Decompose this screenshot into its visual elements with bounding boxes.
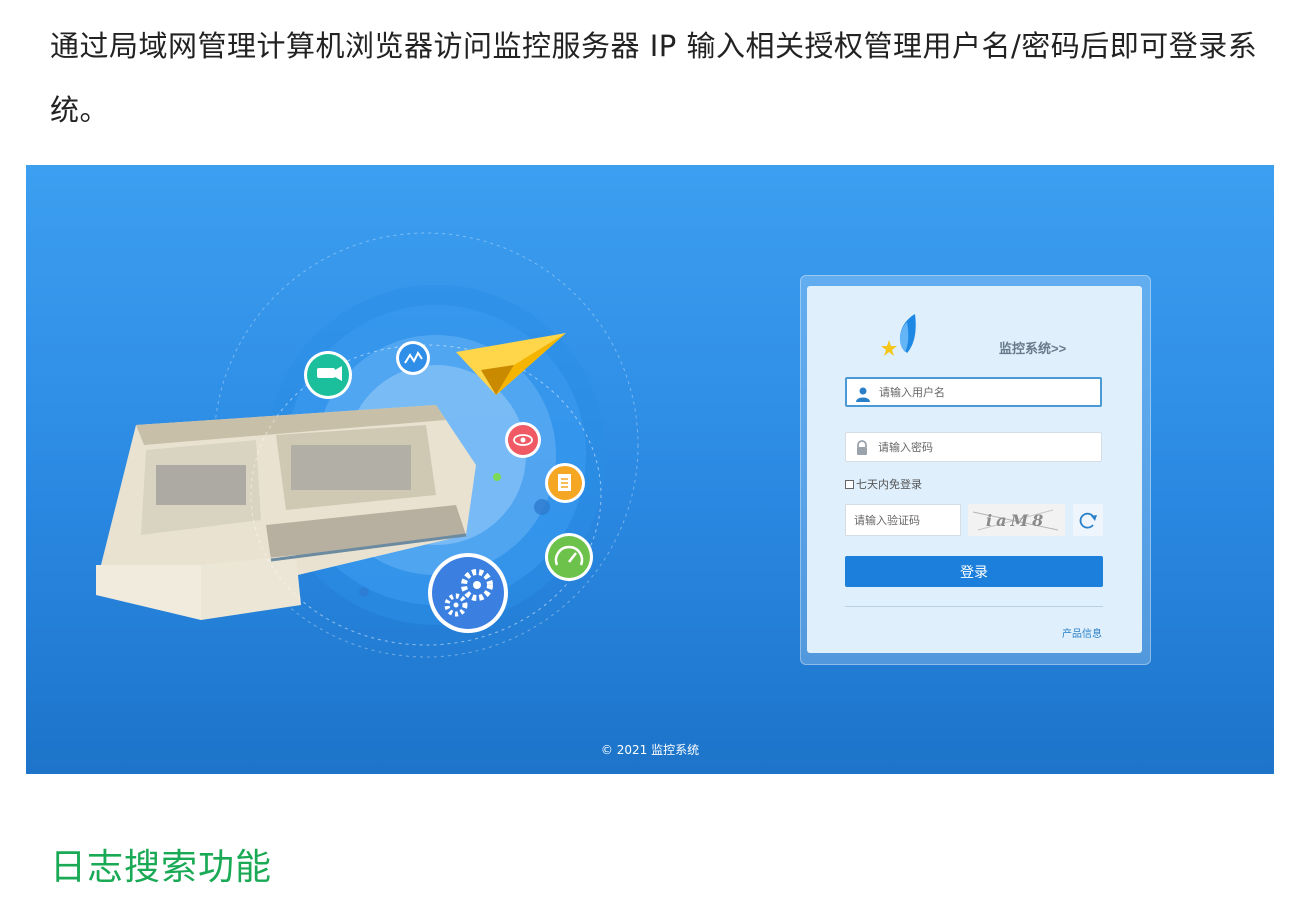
decor-dot bbox=[493, 473, 501, 481]
eye-icon bbox=[505, 422, 541, 458]
leaf-star-logo bbox=[881, 314, 916, 356]
divider bbox=[845, 606, 1103, 607]
login-button[interactable]: 登录 bbox=[845, 556, 1103, 587]
gears-icon bbox=[428, 553, 508, 633]
section-heading: 日志搜索功能 bbox=[50, 847, 273, 888]
lock-icon bbox=[857, 440, 867, 455]
password-input[interactable] bbox=[878, 433, 1088, 461]
remember-checkbox[interactable] bbox=[845, 479, 854, 489]
camera-icon bbox=[304, 351, 352, 399]
username-input[interactable] bbox=[879, 379, 1089, 405]
remember-label: 七天内免登录 bbox=[856, 478, 922, 491]
refresh-icon bbox=[1079, 512, 1097, 529]
password-field[interactable] bbox=[845, 432, 1102, 462]
user-icon bbox=[856, 387, 870, 402]
copyright-footer: © 2021 监控系统 bbox=[600, 743, 700, 757]
refresh-captcha-button[interactable] bbox=[1073, 504, 1103, 536]
username-field[interactable] bbox=[845, 377, 1102, 407]
captcha-image[interactable]: iaM8 bbox=[968, 504, 1065, 536]
intro-paragraph: 通过局域网管理计算机浏览器访问监控服务器 IP 输入相关授权管理用户名/密码后即… bbox=[50, 29, 1258, 127]
decor-dot bbox=[534, 499, 550, 515]
product-info-link[interactable]: 产品信息 bbox=[1062, 625, 1102, 640]
system-title: 监控系统>> bbox=[999, 341, 1067, 356]
document-icon bbox=[545, 463, 585, 503]
captcha-input[interactable] bbox=[854, 505, 954, 535]
login-screenshot: 监控系统>> 七天内免登录 iaM8 bbox=[26, 165, 1274, 774]
chart-icon bbox=[396, 341, 430, 375]
decor-dot bbox=[359, 587, 369, 597]
remember-me[interactable]: 七天内免登录 bbox=[845, 476, 922, 492]
captcha-text: iaM8 bbox=[986, 511, 1047, 530]
gauge-icon bbox=[545, 533, 593, 581]
captcha-field[interactable] bbox=[845, 504, 961, 536]
login-panel: 监控系统>> 七天内免登录 iaM8 bbox=[807, 286, 1142, 653]
